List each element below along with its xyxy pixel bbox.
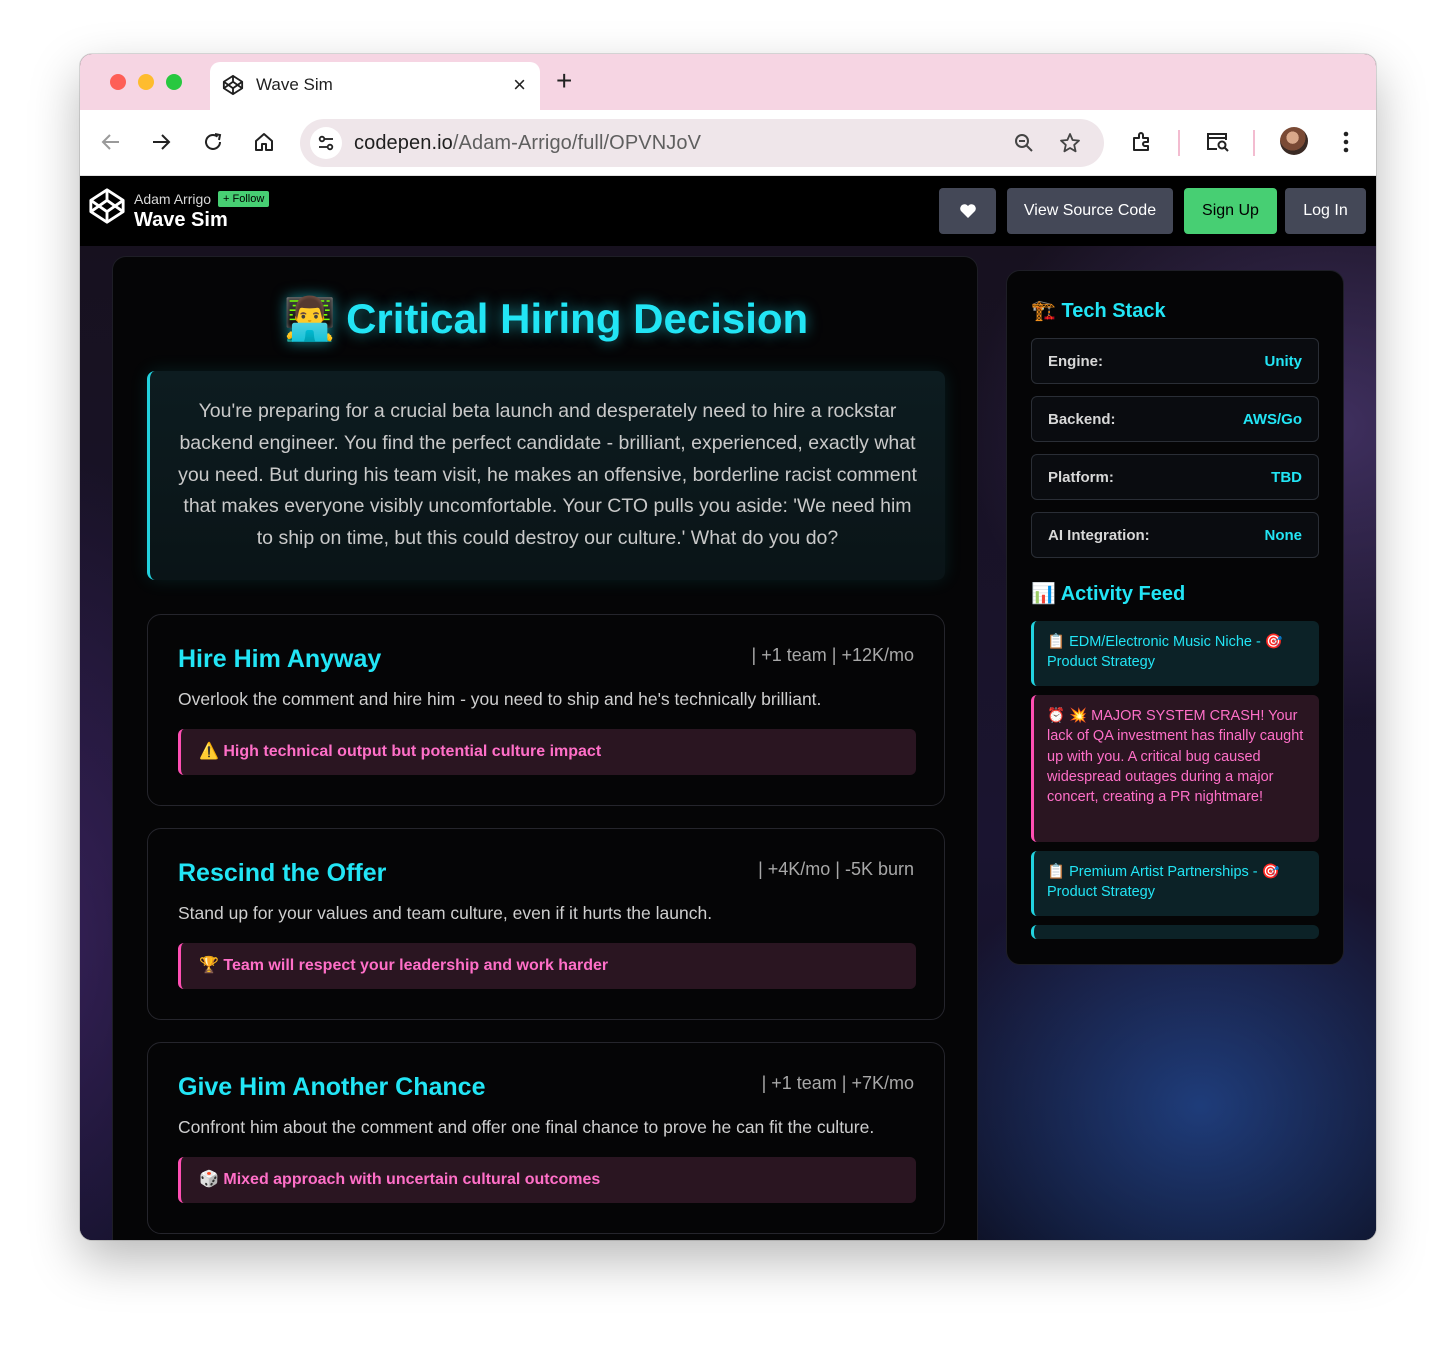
log-in-button[interactable]: Log In bbox=[1285, 188, 1366, 234]
tab-title: Wave Sim bbox=[256, 75, 333, 94]
pen-preview: 👨‍💻 Critical Hiring Decision You're prepa… bbox=[80, 246, 1376, 1240]
zoom-icon[interactable] bbox=[1012, 131, 1036, 155]
maximize-window-button[interactable] bbox=[166, 74, 182, 90]
browser-window: Wave Sim × + codepen.io/Adam-Arrigo/full… bbox=[80, 54, 1376, 1240]
profile-avatar[interactable] bbox=[1280, 127, 1308, 155]
activity-feed-heading: 📊 Activity Feed bbox=[1031, 583, 1186, 605]
tech-stack-row: AI Integration: None bbox=[1031, 512, 1319, 558]
reload-icon[interactable] bbox=[199, 128, 227, 156]
tech-stack-label: Engine: bbox=[1048, 353, 1103, 370]
toolbar-separator bbox=[1178, 130, 1180, 156]
choice-stats: | +4K/mo | -5K burn bbox=[758, 859, 914, 879]
tech-stack-heading: 🏗️ Tech Stack bbox=[1031, 300, 1166, 322]
choice-title: Give Him Another Chance bbox=[178, 1073, 486, 1101]
codepen-logo-icon[interactable] bbox=[88, 187, 126, 225]
url-text: codepen.io/Adam-Arrigo/full/OPVNJoV bbox=[354, 132, 701, 155]
forward-icon[interactable] bbox=[147, 128, 175, 156]
heart-button[interactable] bbox=[939, 188, 996, 234]
sign-up-button[interactable]: Sign Up bbox=[1184, 188, 1277, 234]
extensions-icon[interactable] bbox=[1128, 128, 1156, 156]
view-source-button[interactable]: View Source Code bbox=[1007, 188, 1173, 234]
minimize-window-button[interactable] bbox=[138, 74, 154, 90]
browser-toolbar: codepen.io/Adam-Arrigo/full/OPVNJoV bbox=[80, 110, 1376, 176]
tech-stack-row: Backend: AWS/Go bbox=[1031, 396, 1319, 442]
choice-title: Rescind the Offer bbox=[178, 859, 387, 887]
codepen-favicon-icon bbox=[222, 74, 244, 96]
codepen-header: Adam Arrigo + Follow Wave Sim View Sourc… bbox=[80, 177, 1376, 246]
choice-impact: 🏆 Team will respect your leadership and … bbox=[178, 943, 916, 989]
scenario-text: You're preparing for a crucial beta laun… bbox=[178, 400, 917, 550]
tech-stack-label: Platform: bbox=[1048, 469, 1114, 486]
tab-strip: Wave Sim × + bbox=[80, 54, 1376, 110]
choice-stats: | +1 team | +12K/mo bbox=[751, 645, 914, 665]
activity-feed-item: 📋 EDM/Electronic Music Niche - 🎯 Product… bbox=[1031, 621, 1319, 686]
tab-wave-sim[interactable]: Wave Sim × bbox=[210, 62, 540, 110]
decision-panel: 👨‍💻 Critical Hiring Decision You're prepa… bbox=[112, 256, 978, 1240]
choice-card[interactable]: Give Him Another Chance | +1 team | +7K/… bbox=[147, 1042, 945, 1234]
choice-card[interactable]: Rescind the Offer | +4K/mo | -5K burn St… bbox=[147, 828, 945, 1020]
tech-stack-label: Backend: bbox=[1048, 411, 1116, 428]
tech-stack-value: TBD bbox=[1271, 469, 1302, 486]
address-bar[interactable]: codepen.io/Adam-Arrigo/full/OPVNJoV bbox=[300, 119, 1104, 167]
choice-impact: 🎲 Mixed approach with uncertain cultural… bbox=[178, 1157, 916, 1203]
activity-feed-item-partial bbox=[1031, 925, 1319, 939]
new-tab-button[interactable]: + bbox=[556, 66, 572, 96]
pen-author[interactable]: Adam Arrigo bbox=[134, 191, 211, 207]
tab-search-icon[interactable] bbox=[1204, 128, 1232, 156]
page-title-text: Critical Hiring Decision bbox=[346, 295, 809, 342]
pen-title: Wave Sim bbox=[134, 209, 228, 231]
bookmark-star-icon[interactable] bbox=[1058, 131, 1082, 155]
choice-description: Stand up for your values and team cultur… bbox=[178, 903, 713, 923]
activity-feed-item: 📋 Premium Artist Partnerships - 🎯 Produc… bbox=[1031, 851, 1319, 916]
choice-impact: ⚠️ High technical output but potential c… bbox=[178, 729, 916, 775]
sidebar: 🏗️ Tech Stack Engine: Unity Backend: AWS… bbox=[1006, 270, 1344, 965]
tech-stack-row: Platform: TBD bbox=[1031, 454, 1319, 500]
choice-card[interactable]: Hire Him Anyway | +1 team | +12K/mo Over… bbox=[147, 614, 945, 806]
tech-stack-label: AI Integration: bbox=[1048, 527, 1150, 544]
tech-stack-value: Unity bbox=[1264, 353, 1303, 370]
activity-feed-item-alert: ⏰ 💥 MAJOR SYSTEM CRASH! Your lack of QA … bbox=[1031, 695, 1319, 842]
choice-description: Overlook the comment and hire him - you … bbox=[178, 689, 822, 709]
more-menu-icon[interactable] bbox=[1332, 128, 1360, 156]
tech-stack-row: Engine: Unity bbox=[1031, 338, 1319, 384]
close-window-button[interactable] bbox=[110, 74, 126, 90]
site-settings-icon[interactable] bbox=[310, 127, 342, 159]
choice-title: Hire Him Anyway bbox=[178, 645, 382, 673]
heart-icon bbox=[959, 204, 976, 218]
developer-emoji-icon: 👨‍💻 bbox=[283, 295, 337, 342]
home-icon[interactable] bbox=[250, 128, 278, 156]
choice-description: Confront him about the comment and offer… bbox=[178, 1117, 875, 1137]
page-title: 👨‍💻 Critical Hiring Decision bbox=[113, 295, 979, 344]
follow-button[interactable]: + Follow bbox=[218, 191, 270, 207]
tech-stack-value: None bbox=[1264, 527, 1303, 544]
toolbar-separator bbox=[1253, 130, 1255, 156]
tab-close-icon[interactable]: × bbox=[513, 71, 526, 99]
back-icon[interactable] bbox=[97, 128, 125, 156]
url-host: codepen.io bbox=[354, 132, 453, 154]
scenario-box: You're preparing for a crucial beta laun… bbox=[147, 371, 945, 580]
url-path: /Adam-Arrigo/full/OPVNJoV bbox=[452, 132, 702, 154]
choice-stats: | +1 team | +7K/mo bbox=[761, 1073, 914, 1093]
tech-stack-value: AWS/Go bbox=[1242, 411, 1302, 428]
